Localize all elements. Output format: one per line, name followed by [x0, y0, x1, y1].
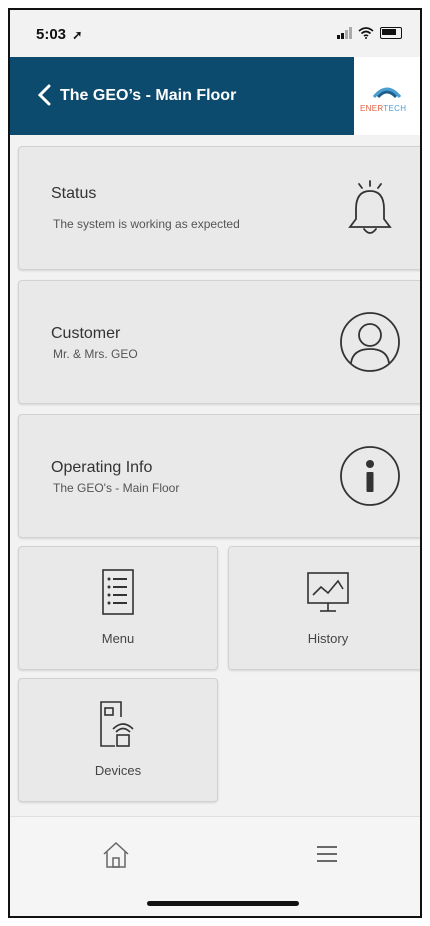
bell-icon — [348, 180, 392, 234]
history-label: History — [307, 631, 349, 646]
chevron-left-icon[interactable] — [36, 84, 52, 106]
status-subtitle: The system is working as expected — [53, 217, 240, 231]
devices-tile[interactable]: Devices — [18, 678, 218, 802]
status-card[interactable]: Status The system is working as expected — [18, 146, 420, 270]
operating-title: Operating Info — [51, 459, 153, 476]
status-bar: 5:03 ➚ — [10, 10, 420, 56]
menu-tile[interactable]: Menu — [18, 546, 218, 670]
operating-subtitle: The GEO's - Main Floor — [53, 481, 180, 495]
time-text: 5:03 — [36, 26, 67, 43]
wifi-icon — [358, 27, 374, 39]
devices-label: Devices — [94, 763, 142, 778]
chart-icon — [307, 572, 349, 612]
operating-info-card[interactable]: Operating Info The GEO's - Main Floor — [18, 414, 420, 538]
customer-card[interactable]: Customer Mr. & Mrs. GEO — [18, 280, 420, 404]
location-icon: ➚ — [72, 28, 83, 42]
customer-title: Customer — [51, 325, 121, 342]
page-title: The GEO’s - Main Floor — [60, 87, 237, 104]
bottom-nav — [10, 816, 420, 916]
status-time: 5:03 ➚ — [36, 26, 82, 43]
app-frame: 5:03 ➚ The GEO’s - Main Floor ENERTECH S… — [8, 8, 422, 918]
home-icon[interactable] — [102, 841, 130, 869]
home-indicator[interactable] — [147, 901, 299, 906]
battery-icon — [380, 27, 402, 39]
menu-label: Menu — [101, 631, 135, 646]
list-icon — [102, 569, 134, 615]
hamburger-icon[interactable] — [316, 845, 338, 863]
user-icon — [340, 312, 400, 372]
header-bar: The GEO’s - Main Floor — [10, 57, 354, 135]
device-wifi-icon — [100, 701, 134, 747]
info-icon — [340, 446, 400, 506]
status-title: Status — [51, 185, 97, 202]
signal-icon — [337, 27, 352, 39]
customer-subtitle: Mr. & Mrs. GEO — [53, 347, 138, 361]
logo-mark — [372, 87, 402, 99]
logo-text: ENERTECH — [360, 104, 407, 113]
history-tile[interactable]: History — [228, 546, 420, 670]
status-icons — [337, 27, 402, 39]
brand-logo: ENERTECH — [354, 57, 420, 135]
